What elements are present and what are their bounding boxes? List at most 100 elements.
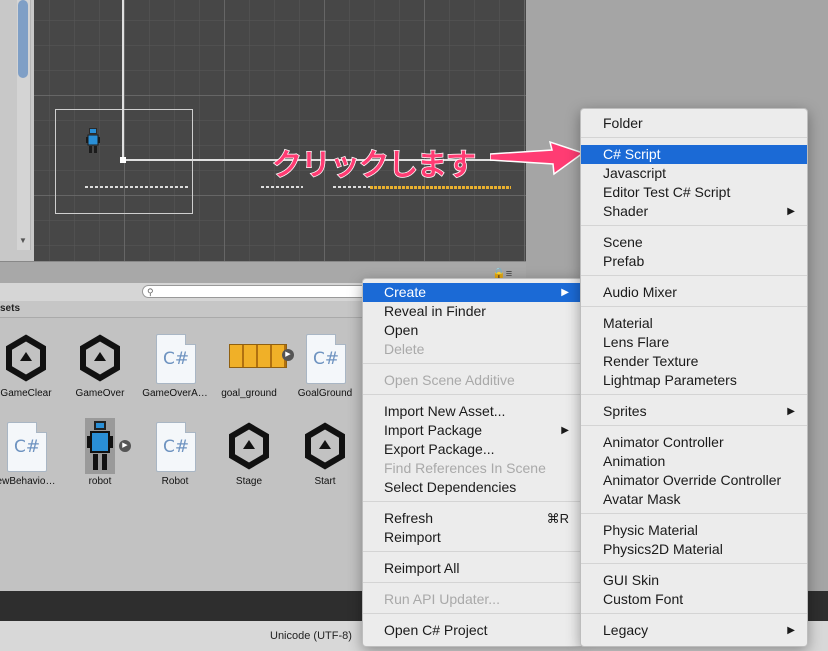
asset-label: GameClear — [0, 388, 52, 399]
menu-item-lens-flare[interactable]: Lens Flare — [581, 333, 807, 352]
menu-separator — [363, 582, 581, 583]
menu-item-audio-mixer[interactable]: Audio Mixer — [581, 283, 807, 302]
menu-separator — [581, 513, 807, 514]
menu-item-open-scene-additive: Open Scene Additive — [384, 372, 515, 388]
menu-item-physic-material[interactable]: Physic Material — [581, 521, 807, 540]
axis-vertical — [122, 0, 124, 160]
robot-sprite-icon: ▶ — [75, 418, 131, 474]
menu-separator — [581, 306, 807, 307]
asset-item[interactable]: C# Robot — [138, 418, 212, 487]
asset-item[interactable]: Stage — [212, 418, 286, 487]
submenu-arrow-icon: ▶ — [787, 406, 795, 417]
menu-item-export-package[interactable]: Export Package... — [363, 440, 581, 459]
asset-item[interactable]: C# ewBehavio… — [0, 418, 63, 487]
menu-item-scene[interactable]: Scene — [581, 233, 807, 252]
menu-item-reimport-all[interactable]: Reimport All — [363, 559, 581, 578]
menu-separator — [581, 225, 807, 226]
menu-separator — [581, 613, 807, 614]
menu-item-open[interactable]: Open — [363, 321, 581, 340]
encoding-label: Unicode (UTF-8) — [270, 630, 352, 642]
menu-item-prefab[interactable]: Prefab — [581, 252, 807, 271]
asset-label: robot — [88, 476, 112, 487]
menu-item-animator-controller[interactable]: Animator Controller — [581, 433, 807, 452]
asset-item[interactable]: GameClear — [0, 330, 63, 399]
asset-item[interactable]: C# GoalGround — [288, 330, 362, 399]
menu-item-sprites[interactable]: Sprites ▶ — [581, 402, 807, 421]
annotation-arrow-icon — [490, 140, 585, 176]
menu-item-material[interactable]: Material — [581, 314, 807, 333]
scene-view[interactable]: ▼ — [0, 0, 526, 261]
menu-item-folder[interactable]: Folder — [581, 114, 807, 133]
menu-item-refresh[interactable]: Refresh ⌘R — [363, 509, 581, 528]
unity-scene-icon — [1, 330, 51, 386]
menu-item-lightmap-parameters[interactable]: Lightmap Parameters — [581, 371, 807, 390]
menu-item-animation[interactable]: Animation — [581, 452, 807, 471]
menu-item-delete: Delete — [384, 341, 425, 357]
menu-separator — [363, 394, 581, 395]
csharp-file-icon: C# — [300, 330, 350, 386]
ground-segment — [261, 186, 303, 188]
search-icon: ⚲ — [147, 287, 154, 297]
robot-sprite — [86, 128, 100, 153]
csharp-file-icon: C# — [150, 418, 200, 474]
submenu-arrow-icon: ▶ — [787, 625, 795, 636]
scroll-down-arrow-icon[interactable]: ▼ — [18, 236, 28, 246]
menu-item-run-api-updater: Run API Updater... — [384, 591, 500, 607]
scene-scrollbar-thumb[interactable] — [18, 0, 28, 78]
play-icon[interactable]: ▶ — [119, 440, 131, 452]
unity-scene-icon — [75, 330, 125, 386]
menu-separator — [581, 563, 807, 564]
goal-ground-sprite — [370, 186, 511, 189]
ground-segment — [333, 186, 371, 188]
menu-item-reimport[interactable]: Reimport — [363, 528, 581, 547]
menu-separator — [363, 551, 581, 552]
asset-label: GoalGround — [297, 388, 353, 399]
menu-separator — [363, 613, 581, 614]
menu-item-import-package[interactable]: Import Package ▶ — [363, 421, 581, 440]
menu-item-physics2d-material[interactable]: Physics2D Material — [581, 540, 807, 559]
create-submenu: Folder C# Script Javascript Editor Test … — [580, 108, 808, 647]
menu-item-javascript[interactable]: Javascript — [581, 164, 807, 183]
annotation-label: クリックします — [271, 148, 477, 183]
asset-label: GameOverA… — [142, 388, 208, 399]
menu-item-import-new-asset[interactable]: Import New Asset... — [363, 402, 581, 421]
menu-separator — [581, 275, 807, 276]
menu-item-select-dependencies[interactable]: Select Dependencies — [363, 478, 581, 497]
shortcut-label: ⌘R — [546, 511, 569, 526]
menu-separator — [581, 425, 807, 426]
asset-item[interactable]: C# GameOverA… — [138, 330, 212, 399]
asset-item[interactable]: ▶ robot — [63, 418, 137, 487]
submenu-arrow-icon: ▶ — [561, 287, 569, 298]
asset-label: ewBehavio… — [0, 476, 56, 487]
csharp-file-icon: C# — [150, 330, 200, 386]
menu-item-csharp-script[interactable]: C# Script — [581, 145, 807, 164]
menu-item-legacy[interactable]: Legacy ▶ — [581, 621, 807, 640]
menu-item-open-csharp-project[interactable]: Open C# Project — [363, 621, 581, 640]
menu-item-reveal-in-finder[interactable]: Reveal in Finder — [363, 302, 581, 321]
menu-item-editor-test-script[interactable]: Editor Test C# Script — [581, 183, 807, 202]
csharp-file-icon: C# — [1, 418, 51, 474]
menu-item-find-references: Find References In Scene — [384, 460, 546, 476]
search-input[interactable]: ⚲ — [142, 285, 372, 298]
menu-item-create[interactable]: Create ▶ — [363, 283, 581, 302]
menu-item-avatar-mask[interactable]: Avatar Mask — [581, 490, 807, 509]
asset-label: Robot — [161, 476, 189, 487]
submenu-arrow-icon: ▶ — [561, 425, 569, 436]
menu-item-render-texture[interactable]: Render Texture — [581, 352, 807, 371]
sprite-icon: ▶ — [224, 330, 294, 386]
menu-separator — [363, 363, 581, 364]
menu-item-shader[interactable]: Shader ▶ — [581, 202, 807, 221]
submenu-arrow-icon: ▶ — [787, 206, 795, 217]
context-menu: Create ▶ Reveal in Finder Open Delete Ope… — [362, 278, 582, 647]
asset-label: goal_ground — [221, 388, 277, 399]
asset-item[interactable]: GameOver — [63, 330, 137, 399]
menu-separator — [581, 137, 807, 138]
origin-point — [120, 157, 126, 163]
unity-scene-icon — [224, 418, 274, 474]
menu-item-gui-skin[interactable]: GUI Skin — [581, 571, 807, 590]
asset-item[interactable]: Start — [288, 418, 362, 487]
unity-scene-icon — [300, 418, 350, 474]
menu-item-animator-override-controller[interactable]: Animator Override Controller — [581, 471, 807, 490]
asset-item[interactable]: ▶ goal_ground — [212, 330, 294, 399]
menu-item-custom-font[interactable]: Custom Font — [581, 590, 807, 609]
